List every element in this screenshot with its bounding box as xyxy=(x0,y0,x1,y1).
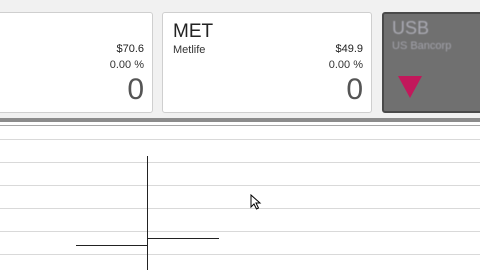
grid-line xyxy=(0,162,480,163)
chart-vertical-axis xyxy=(147,156,148,270)
tile-change-value: 0 xyxy=(346,73,363,106)
stock-watchlist-window: $70.6 0.00 % 0 MET Metlife $49.9 0.00 % … xyxy=(0,0,480,270)
grid-line xyxy=(0,139,480,140)
stock-tiles-strip: $70.6 0.00 % 0 MET Metlife $49.9 0.00 % … xyxy=(0,0,480,118)
down-triangle-icon xyxy=(398,76,422,98)
tile-percent-change: 0.00 % xyxy=(328,59,363,71)
tile-symbol: USB xyxy=(392,18,430,38)
chart-line-segment xyxy=(76,245,148,246)
grid-line xyxy=(0,231,480,232)
chart-line-segment xyxy=(148,238,219,239)
tile-price: $70.6 xyxy=(116,43,144,55)
tile-company-name: US Bancorp xyxy=(392,40,452,52)
tile-company-name: Metlife xyxy=(173,44,206,56)
stock-tile-met[interactable]: MET Metlife $49.9 0.00 % 0 xyxy=(162,12,372,113)
tile-percent-change: 0.00 % xyxy=(109,59,144,71)
tile-price: $49.9 xyxy=(335,43,363,55)
grid-line xyxy=(0,208,480,209)
tile-symbol: MET xyxy=(173,21,214,42)
panel-divider-thin xyxy=(0,125,480,126)
grid-line xyxy=(0,185,480,186)
stock-tile[interactable]: $70.6 0.00 % 0 xyxy=(0,12,153,113)
stock-tile-selected[interactable]: USB US Bancorp xyxy=(382,12,480,113)
tile-change-value: 0 xyxy=(127,73,144,106)
chart-grid-area xyxy=(0,127,480,270)
grid-line xyxy=(0,254,480,255)
panel-divider xyxy=(0,118,480,122)
arrow-pointer-icon xyxy=(250,194,262,210)
